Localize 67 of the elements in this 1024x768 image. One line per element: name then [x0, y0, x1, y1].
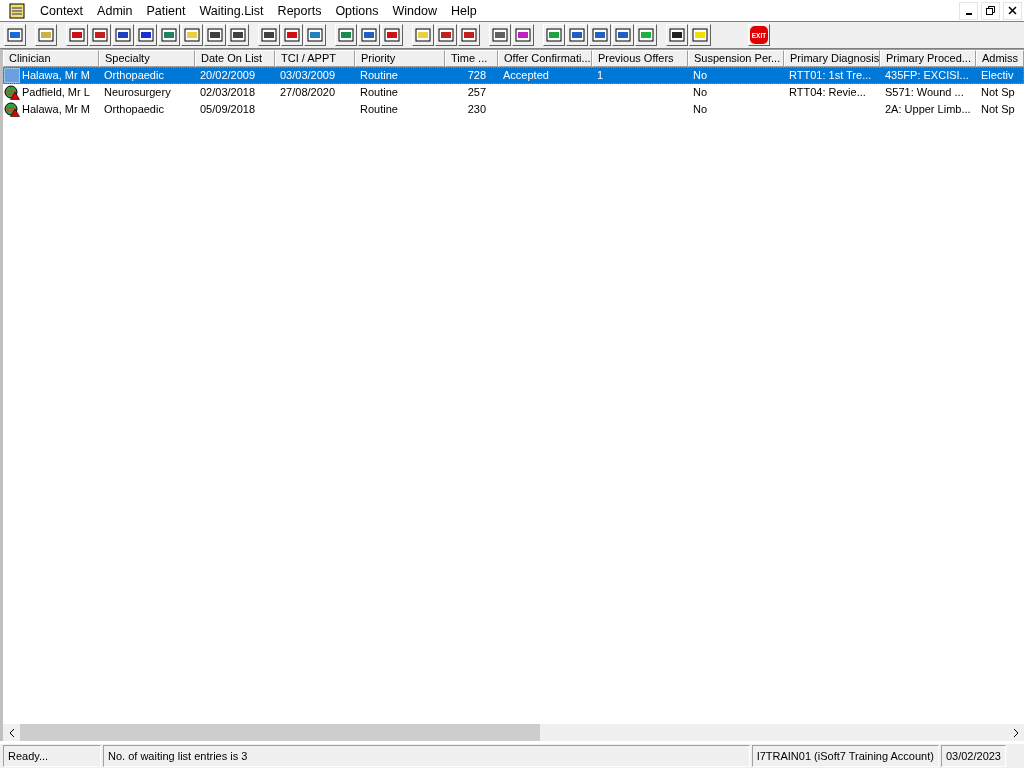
table-cell-text: No: [693, 68, 708, 83]
table-cell-text: S571: Wound ...: [885, 85, 964, 100]
table-cell-text: RTT04: Revie...: [789, 85, 866, 100]
table-cell-text: 05/09/2018: [200, 102, 256, 117]
menu-item[interactable]: Options: [328, 3, 386, 18]
chevron-left-icon: [8, 728, 15, 737]
table-cell-text: Routine: [360, 102, 398, 117]
table-row[interactable]: Halawa, Mr M Orthopaedic 05/09/2018 Routine 230 No 2A: Upper Limb... Not Sp: [3, 101, 1024, 118]
table-cell-text: 27/08/2020: [280, 85, 336, 100]
column-header[interactable]: Primary Proced...: [880, 50, 976, 67]
status-text: I7TRAIN01 (iSoft7 Training Account): [751, 745, 939, 767]
menu-item[interactable]: Window: [385, 3, 444, 18]
app-icon[interactable]: [9, 2, 25, 19]
restore-icon: [986, 6, 995, 15]
column-header[interactable]: Date On List: [195, 50, 275, 67]
table-cell-text: Halawa, Mr M: [22, 68, 90, 83]
column-header[interactable]: Time ...: [445, 50, 498, 67]
table-cell-text: 02/03/2018: [200, 85, 256, 100]
table-cell-text: Routine: [360, 68, 398, 83]
table-cell-text: No: [693, 102, 708, 117]
table-row[interactable]: Padfield, Mr L Neurosurgery 02/03/2018 27/08/2020 Routine 257 No RTT04: Revie... S571: Wound ... Not Sp: [3, 84, 1024, 101]
column-header[interactable]: Clinician: [3, 50, 99, 67]
minimize-button[interactable]: [959, 1, 978, 20]
scrollbar-thumb[interactable]: [20, 724, 540, 741]
table-cell-text: 03/03/2009: [280, 68, 336, 83]
table-cell-text: 257: [467, 85, 486, 100]
column-header[interactable]: Primary Diagnosis: [784, 50, 880, 67]
column-header[interactable]: Offer Confirmati...: [498, 50, 592, 67]
table-cell-text: Orthopaedic: [104, 68, 164, 83]
table-cell-text: 435FP: EXCISI...: [885, 68, 969, 83]
table-cell-text: Accepted: [503, 68, 549, 83]
status-text: Ready...: [3, 745, 101, 767]
table-cell-text: 230: [467, 102, 486, 117]
menu-item[interactable]: Patient: [139, 3, 193, 18]
table-cell-text: RTT01: 1st Tre...: [789, 68, 872, 83]
table-row[interactable]: Halawa, Mr M Orthopaedic 20/02/2009 03/03/2009 Routine 728 Accepted 1 No RTT01: 1st Tre... 435FP: EXCISI... Electiv: [3, 67, 1024, 84]
status-text: No. of waiting list entries is 3: [103, 745, 750, 767]
table-cell-text: No: [693, 85, 708, 100]
table-cell-text: Electiv: [981, 68, 1014, 83]
table-cell-text: Orthopaedic: [104, 102, 164, 117]
close-button[interactable]: [1003, 1, 1022, 20]
column-header[interactable]: Priority: [355, 50, 445, 67]
menu-item[interactable]: Reports: [270, 3, 329, 18]
column-header[interactable]: TCI / APPT: [275, 50, 355, 67]
table-cell-text: Padfield, Mr L: [22, 85, 90, 100]
column-header[interactable]: Previous Offers: [592, 50, 688, 67]
table-cell-text: 728: [467, 68, 486, 83]
table-cell-text: 20/02/2009: [200, 68, 256, 83]
table-cell-text: Not Sp: [981, 85, 1015, 100]
table-cell-text: Not Sp: [981, 102, 1015, 117]
close-icon: [1008, 6, 1017, 15]
menu-item[interactable]: Help: [443, 3, 484, 18]
chevron-right-icon: [1012, 728, 1019, 737]
restore-button[interactable]: [981, 1, 1000, 20]
column-header[interactable]: Specialty: [99, 50, 195, 67]
column-header[interactable]: Suspension Per...: [688, 50, 784, 67]
minimize-icon: [965, 12, 972, 15]
table-cell-text: Neurosurgery: [104, 85, 171, 100]
table-cell-text: Routine: [360, 85, 398, 100]
menu-item[interactable]: Waiting.List: [192, 3, 271, 18]
menu-item[interactable]: Context: [33, 3, 91, 18]
menu-item[interactable]: Admin: [90, 3, 140, 18]
table-cell-text: Halawa, Mr M: [22, 102, 90, 117]
column-header[interactable]: Admiss: [976, 50, 1024, 67]
table-cell-text: 2A: Upper Limb...: [885, 102, 971, 117]
table-cell-text: 1: [597, 68, 604, 83]
status-text: 03/02/2023: [940, 745, 1006, 767]
